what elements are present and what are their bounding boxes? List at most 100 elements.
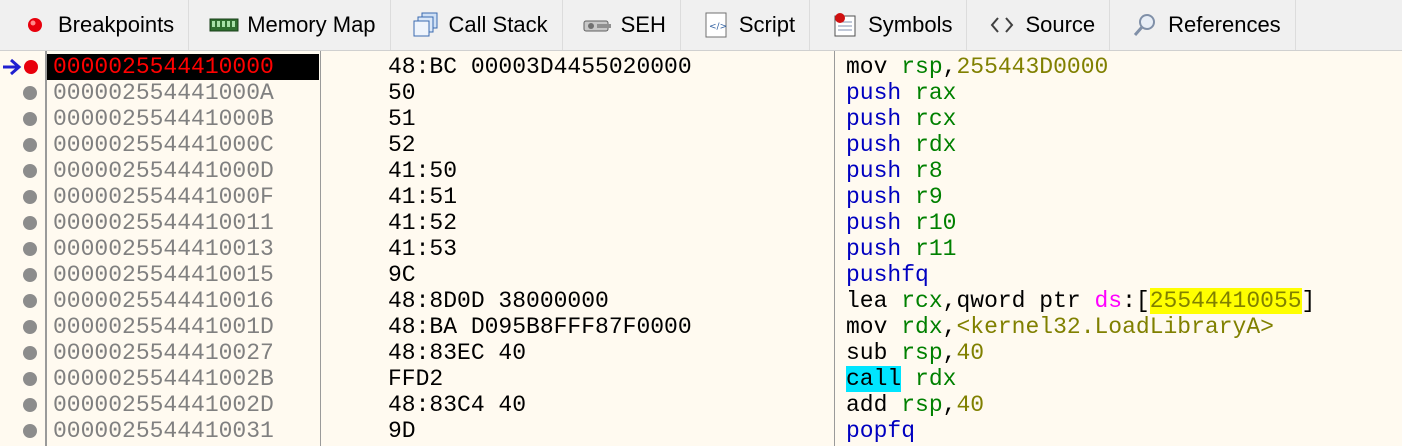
instruction-mnemonic: mov	[846, 54, 888, 80]
breakpoint-slot-icon[interactable]	[23, 398, 37, 412]
instruction-address: 000002554441002D	[53, 392, 274, 418]
instruction-row[interactable]: 0000025544410015 9C pushfq	[0, 262, 1402, 288]
instruction-bytes: 48:83EC 40	[388, 340, 527, 366]
breakpoint-slot-icon[interactable]	[23, 346, 37, 360]
instruction-row[interactable]: 0000025544410031 9D popfq	[0, 418, 1402, 444]
tab-label: Breakpoints	[58, 12, 175, 37]
tab-symbols[interactable]: Symbols	[810, 0, 968, 50]
instruction-bytes: 41:53	[388, 236, 458, 262]
breakpoint-slot-icon[interactable]	[23, 164, 37, 178]
instruction-row[interactable]: 000002554441000C 52 push rdx	[0, 132, 1402, 158]
instruction-bytes: 48:BA D095B8FFF87F0000	[388, 314, 692, 340]
tab-memory-map[interactable]: Memory Map	[189, 0, 391, 50]
instruction-row[interactable]: 0000025544410027 48:83EC 40 sub rsp,40	[0, 340, 1402, 366]
breakpoint-slot-icon[interactable]	[23, 372, 37, 386]
breakpoint-slot-icon[interactable]	[23, 294, 37, 308]
instruction-disassembly: mov rsp,255443D0000	[846, 54, 1108, 80]
instruction-row[interactable]: 000002554441000B 51 push rcx	[0, 106, 1402, 132]
instruction-bytes: FFD2	[388, 366, 444, 392]
tab-label: Memory Map	[247, 12, 376, 37]
instruction-mnemonic: push	[846, 158, 902, 184]
instruction-operand: rdx	[915, 132, 957, 158]
script-icon: </>	[701, 10, 731, 40]
operand-spacer	[901, 210, 915, 236]
instruction-mnemonic: push	[846, 210, 902, 236]
disassembly-view[interactable]: 0000025544410000 48:BC 00003D4455020000 mo…	[0, 51, 1402, 446]
instruction-disassembly: mov rdx,<kernel32.LoadLibraryA>	[846, 314, 1274, 340]
instruction-row[interactable]: 0000025544410013 41:53 push r11	[0, 236, 1402, 262]
breakpoint-slot-icon[interactable]	[23, 424, 37, 438]
instruction-operand: ,	[942, 340, 957, 366]
instruction-mnemonic: call	[846, 366, 902, 392]
breakpoint-slot-icon[interactable]	[23, 112, 37, 126]
breakpoint-slot-icon[interactable]	[23, 242, 37, 256]
instruction-bytes: 9D	[388, 418, 416, 444]
instruction-address: 0000025544410016	[53, 288, 274, 314]
breakpoint-slot-icon[interactable]	[23, 86, 37, 100]
instruction-mnemonic: pushfq	[846, 262, 929, 288]
instruction-row[interactable]: 0000025544410000 48:BC 00003D4455020000 mo…	[0, 54, 1402, 80]
tab-call-stack[interactable]: Call Stack	[391, 0, 563, 50]
instruction-operand: rax	[915, 80, 957, 106]
instruction-bytes: 51	[388, 106, 416, 132]
instruction-address: 000002554441002B	[53, 366, 274, 392]
instruction-disassembly: lea rcx,qword ptr ds:[25544410055]	[846, 288, 1315, 314]
breakpoint-slot-icon[interactable]	[23, 216, 37, 230]
instruction-mnemonic: sub	[846, 340, 888, 366]
instruction-bytes: 48:BC 00003D4455020000	[388, 54, 692, 80]
instruction-disassembly: push rax	[846, 80, 956, 106]
instruction-disassembly: popfq	[846, 418, 915, 444]
breakpoint-slot-icon[interactable]	[23, 190, 37, 204]
instruction-row[interactable]: 000002554441002D 48:83C4 40 add rsp,40	[0, 392, 1402, 418]
instruction-operand: ,	[942, 392, 957, 418]
breakpoint-slot-icon[interactable]	[23, 320, 37, 334]
instruction-address: 0000025544410000	[47, 54, 319, 80]
instruction-address: 0000025544410011	[53, 210, 274, 236]
instruction-row[interactable]: 000002554441000F 41:51 push r9	[0, 184, 1402, 210]
instruction-address: 000002554441001D	[53, 314, 274, 340]
instruction-address: 000002554441000D	[53, 158, 274, 184]
instruction-operand: qword ptr	[956, 288, 1095, 314]
instruction-address: 000002554441000C	[53, 132, 274, 158]
instruction-bytes: 48:8D0D 38000000	[388, 288, 609, 314]
instruction-operand: r10	[915, 210, 957, 236]
instruction-operand[interactable]: 25544410055	[1149, 288, 1302, 314]
instruction-bytes: 41:52	[388, 210, 458, 236]
instruction-row[interactable]: 000002554441001D 48:BA D095B8FFF87F0000 mo…	[0, 314, 1402, 340]
instruction-mnemonic: add	[846, 392, 888, 418]
symbols-icon	[830, 10, 860, 40]
instruction-row[interactable]: 000002554441000D 41:50 push r8	[0, 158, 1402, 184]
breakpoint-slot-icon[interactable]	[23, 138, 37, 152]
tab-references[interactable]: References	[1110, 0, 1296, 50]
instruction-address: 000002554441000A	[53, 80, 274, 106]
operand-spacer	[887, 340, 901, 366]
instruction-mnemonic: push	[846, 106, 902, 132]
instruction-row[interactable]: 0000025544410016 48:8D0D 38000000 lea rcx,…	[0, 288, 1402, 314]
instruction-mnemonic: lea	[846, 288, 888, 314]
tab-source[interactable]: Source	[967, 0, 1111, 50]
instruction-disassembly: push r8	[846, 158, 943, 184]
tab-breakpoints[interactable]: Breakpoints	[0, 0, 190, 50]
instruction-operand: 255443D0000	[956, 54, 1109, 80]
breakpoint-slot-icon[interactable]	[23, 268, 37, 282]
instruction-row[interactable]: 0000025544410011 41:52 push r10	[0, 210, 1402, 236]
instruction-row[interactable]: 000002554441000A 50 push rax	[0, 80, 1402, 106]
instruction-mnemonic: mov	[846, 314, 888, 340]
instruction-operand: rsp	[901, 340, 943, 366]
instruction-operand[interactable]: <kernel32.LoadLibraryA>	[956, 314, 1273, 340]
tab-seh[interactable]: SEH	[563, 0, 681, 50]
instruction-disassembly: push rdx	[846, 132, 956, 158]
tab-bar: Breakpoints Memory Map Call Stack SEH </…	[0, 0, 1402, 51]
operand-spacer	[887, 314, 901, 340]
instruction-bytes: 48:83C4 40	[388, 392, 527, 418]
instruction-mnemonic: push	[846, 184, 902, 210]
instruction-address: 0000025544410031	[53, 418, 274, 444]
call-stack-icon	[411, 10, 441, 40]
instruction-address: 0000025544410015	[53, 262, 274, 288]
breakpoint-active-icon[interactable]	[24, 60, 38, 74]
operand-spacer	[887, 54, 901, 80]
tab-script[interactable]: </> Script	[681, 0, 811, 50]
instruction-disassembly: push r11	[846, 236, 956, 262]
instruction-bytes: 41:50	[388, 158, 458, 184]
instruction-row[interactable]: 000002554441002B FFD2 call rdx	[0, 366, 1402, 392]
